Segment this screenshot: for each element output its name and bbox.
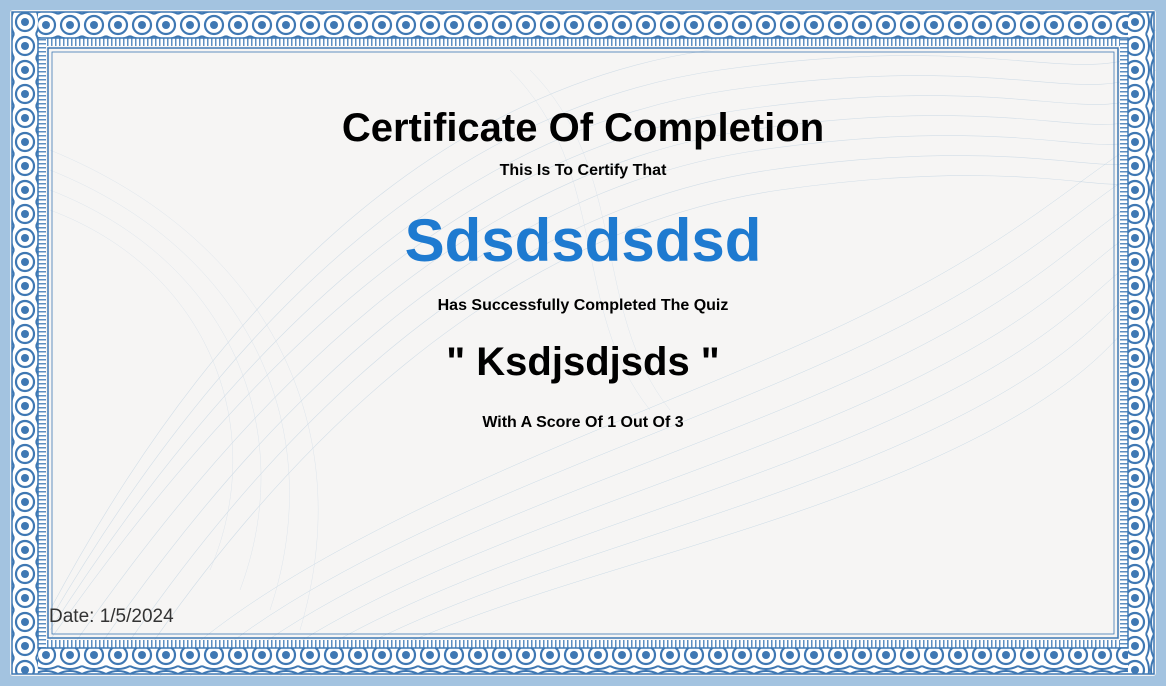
completion-date: Date: 1/5/2024 <box>49 606 174 627</box>
recipient-name: Sdsdsdsdsd <box>404 207 762 274</box>
certify-line: This Is To Certify That <box>499 162 667 179</box>
completed-line: Has Successfully Completed The Quiz <box>437 297 729 314</box>
certificate-card: Certificate Of Completion This Is To Cer… <box>10 10 1156 676</box>
quiz-name: " Ksdjsdjsds " <box>446 340 720 384</box>
score-line: With A Score Of 1 Out Of 3 <box>482 414 684 431</box>
certificate-title: Certificate Of Completion <box>341 106 825 150</box>
certificate-content: Certificate Of Completion This Is To Cer… <box>10 10 1156 676</box>
